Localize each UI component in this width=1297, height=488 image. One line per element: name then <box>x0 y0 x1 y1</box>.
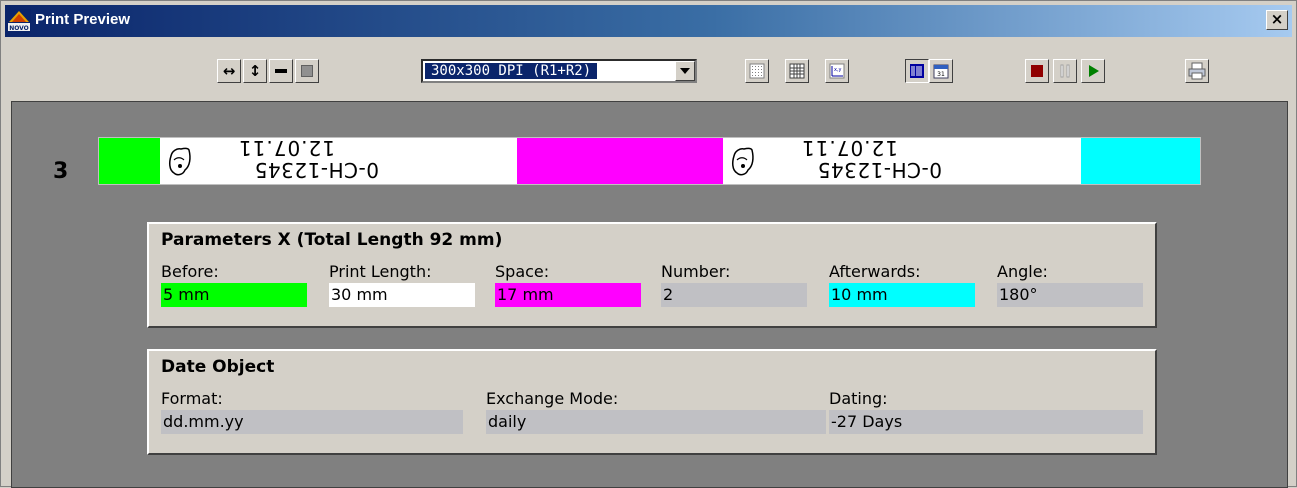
barcode-icon <box>910 64 924 78</box>
format-field: Format: dd.mm.yy <box>161 389 463 434</box>
date-object-panel: Date Object Format: dd.mm.yy Exchange Mo… <box>147 349 1157 455</box>
line-view-button[interactable] <box>269 59 293 83</box>
number-label: Number: <box>661 262 731 281</box>
parameters-title: Parameters X (Total Length 92 mm) <box>161 230 503 250</box>
dating-field: Dating: -27 Days <box>829 389 1143 434</box>
print-length-label: Print Length: <box>329 262 432 281</box>
fine-grid-button[interactable] <box>745 59 769 83</box>
print-button[interactable] <box>1185 59 1209 83</box>
exchange-mode-field: Exchange Mode: daily <box>486 389 826 434</box>
shaded-box-icon <box>301 65 313 77</box>
format-label: Format: <box>161 389 223 408</box>
grid-button[interactable] <box>785 59 809 83</box>
coordinates-button[interactable]: x,y <box>825 59 849 83</box>
svg-text:x,y: x,y <box>834 67 842 73</box>
dating-label: Dating: <box>829 389 888 408</box>
stop-icon <box>1031 65 1043 77</box>
fit-width-button[interactable]: ↔ <box>217 59 241 83</box>
print-length-value[interactable]: 30 mm <box>329 283 475 307</box>
play-button[interactable] <box>1081 59 1105 83</box>
toolbar: ↔ ↕ 300x300 DPI (R1+R2) x,y 31 <box>5 37 1292 99</box>
space-field: Space: 17 mm <box>495 262 641 307</box>
svg-text:31: 31 <box>937 71 945 78</box>
stop-button[interactable] <box>1025 59 1049 83</box>
afterwards-value[interactable]: 10 mm <box>829 283 975 307</box>
xy-axis-icon: x,y <box>829 63 845 79</box>
vertical-arrows-icon: ↕ <box>248 61 262 80</box>
exchange-mode-label: Exchange Mode: <box>486 389 619 408</box>
number-value: 2 <box>661 283 807 307</box>
pause-button[interactable] <box>1053 59 1077 83</box>
before-field: Before: 5 mm <box>161 262 307 307</box>
afterwards-label: Afterwards: <box>829 262 921 281</box>
print-preview-window: NOVO Print Preview × ↔ ↕ 300x300 DPI (R1… <box>0 0 1297 488</box>
space-segment <box>517 138 723 184</box>
afterwards-field: Afterwards: 10 mm <box>829 262 975 307</box>
dpi-select-value: 300x300 DPI (R1+R2) <box>425 63 598 79</box>
label-number: 3 <box>53 159 69 184</box>
fit-height-button[interactable]: ↕ <box>243 59 267 83</box>
print-code-text: 0-CH-12345 <box>254 158 379 182</box>
dotted-grid-icon <box>749 63 765 79</box>
before-value[interactable]: 5 mm <box>161 283 307 307</box>
fill-view-button[interactable] <box>295 59 319 83</box>
title-bar: NOVO Print Preview × <box>5 5 1292 37</box>
number-field: Number: 2 <box>661 262 807 307</box>
label-strip: 12.07.11 0-CH-12345 12.07.11 0-CH-12345 <box>98 136 1201 185</box>
dpi-select[interactable]: 300x300 DPI (R1+R2) <box>421 59 697 83</box>
angle-value: 180° <box>997 283 1143 307</box>
logo-icon <box>169 147 191 176</box>
logo-icon <box>732 147 754 176</box>
svg-text:NOVO: NOVO <box>9 25 29 32</box>
print-block: 12.07.11 0-CH-12345 <box>726 136 946 184</box>
before-label: Before: <box>161 262 219 281</box>
calendar-button[interactable]: 31 <box>929 59 953 83</box>
before-segment <box>99 138 160 184</box>
print-block: 12.07.11 0-CH-12345 <box>163 136 383 184</box>
window-title: Print Preview <box>35 11 131 28</box>
format-value: dd.mm.yy <box>161 410 463 434</box>
afterwards-segment <box>1081 138 1200 184</box>
date-object-title: Date Object <box>161 357 275 377</box>
table-grid-icon <box>789 63 805 79</box>
horizontal-arrows-icon: ↔ <box>222 61 236 80</box>
print-date-text: 12.07.11 <box>800 136 898 160</box>
space-value[interactable]: 17 mm <box>495 283 641 307</box>
calendar-icon: 31 <box>933 64 949 79</box>
printer-icon <box>1188 62 1206 80</box>
angle-field: Angle: 180° <box>997 262 1143 307</box>
dating-value: -27 Days <box>829 410 1143 434</box>
exchange-mode-value: daily <box>486 410 826 434</box>
chevron-down-icon[interactable] <box>675 61 695 81</box>
print-date-text: 12.07.11 <box>237 136 335 160</box>
close-button[interactable]: × <box>1266 10 1288 30</box>
parameters-panel: Parameters X (Total Length 92 mm) Before… <box>147 222 1157 328</box>
print-length-field: Print Length: 30 mm <box>329 262 475 307</box>
angle-label: Angle: <box>997 262 1048 281</box>
horizontal-bar-icon <box>275 69 287 73</box>
space-label: Space: <box>495 262 550 281</box>
pause-icon <box>1060 64 1070 78</box>
print-code-text: 0-CH-12345 <box>817 158 942 182</box>
app-logo-icon: NOVO <box>7 9 31 33</box>
barcode-view-button[interactable] <box>905 59 929 83</box>
play-icon <box>1089 65 1099 77</box>
